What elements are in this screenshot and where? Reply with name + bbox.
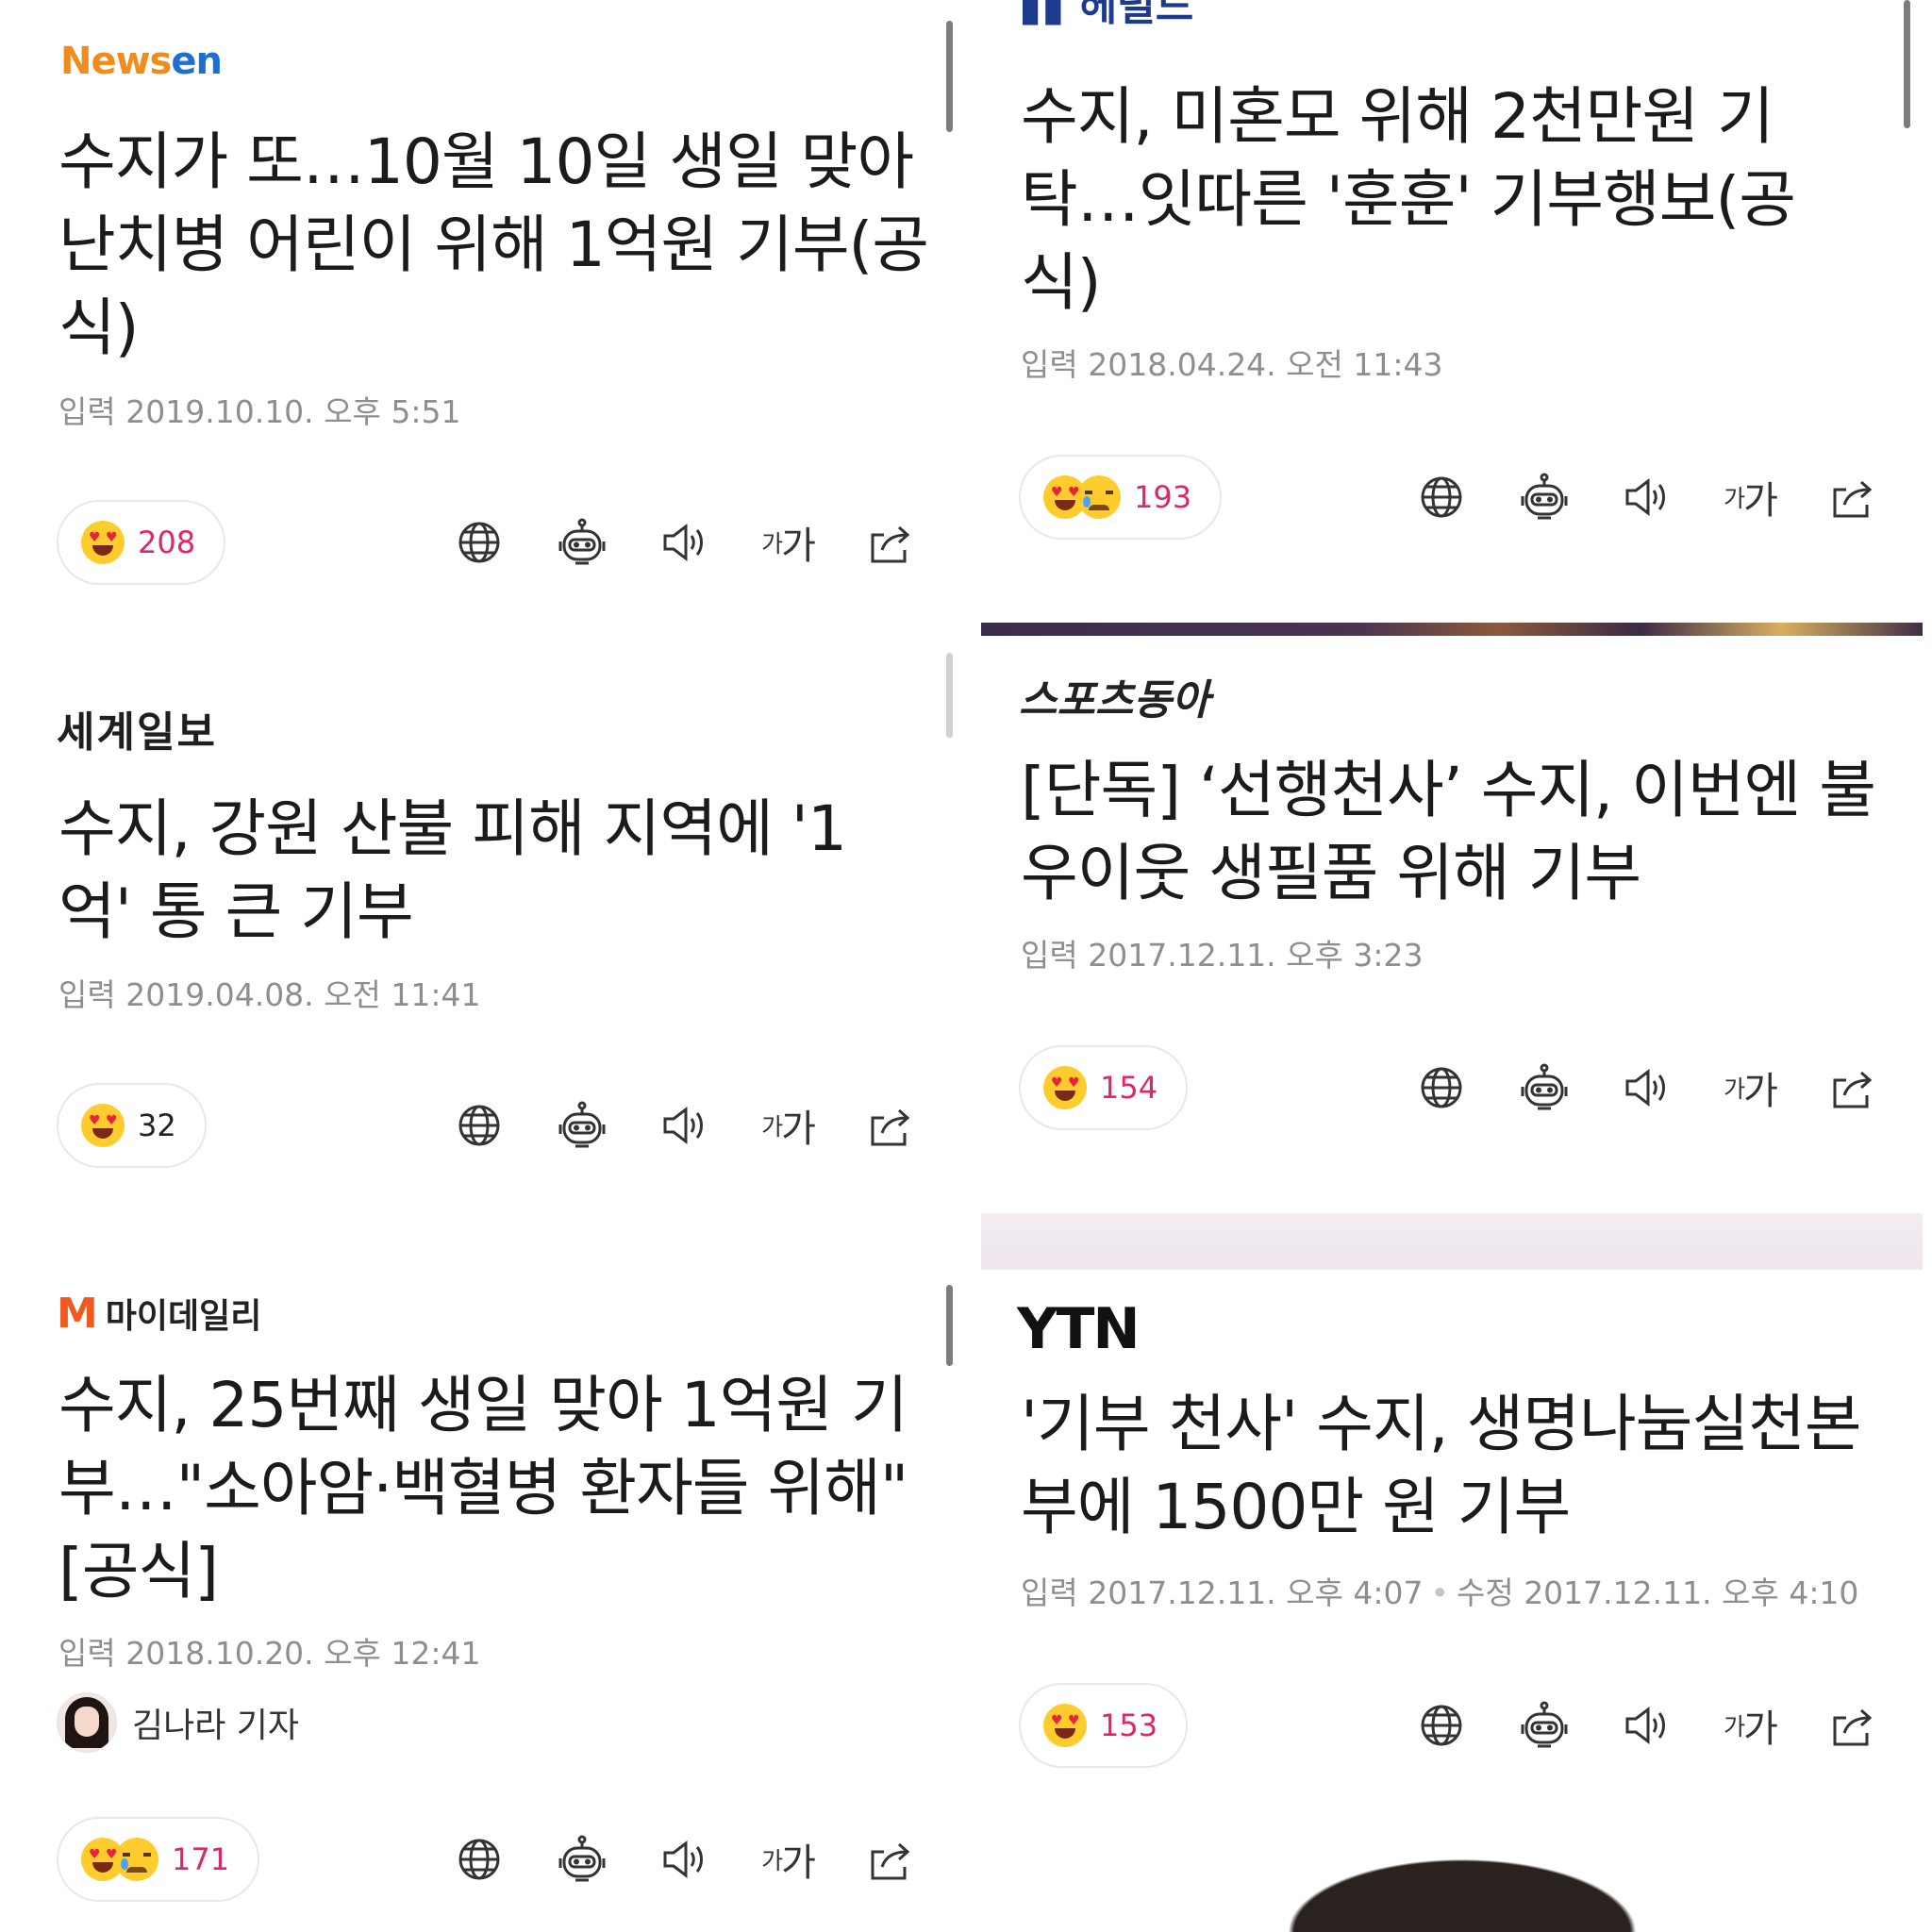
image-strip [981,1213,1923,1270]
reaction-count: 171 [172,1841,230,1877]
robot-summary-icon[interactable] [554,1097,610,1154]
heart-eyes-emoji-icon: ♥ ♥ [81,521,125,564]
scrollbar[interactable] [946,1285,953,1366]
article-toolbar: 가가 [1413,1697,1881,1754]
robot-summary-icon[interactable] [554,514,610,571]
speaker-icon[interactable] [1619,1059,1675,1116]
reaction-button[interactable]: ♥ ♥ 171 [57,1817,260,1902]
scrollbar[interactable] [946,21,953,132]
article-toolbar: 가가 [451,514,919,571]
speaker-icon[interactable] [657,1831,713,1888]
font-size-icon[interactable]: 가가 [759,1097,816,1154]
article-card-mydaily: M 마이데일리 수지, 25번째 생일 맞아 1억원 기부…"소아암·백혈병 환자… [0,1270,972,1932]
globe-icon[interactable] [1413,469,1470,525]
share-icon[interactable] [1824,1059,1881,1116]
globe-icon[interactable] [451,1831,508,1888]
article-timestamp: 입력 2017.12.11. 오후 4:07 • 수정 2017.12.11. 오후… [1021,1574,1859,1611]
heart-eyes-emoji-icon: ♥ ♥ [81,1104,125,1147]
share-icon[interactable] [1824,469,1881,525]
article-toolbar: 가가 [451,1097,919,1154]
robot-summary-icon[interactable] [1516,469,1573,525]
globe-icon[interactable] [451,1097,508,1154]
avatar [57,1692,117,1753]
robot-summary-icon[interactable] [1516,1059,1573,1116]
heart-eyes-emoji-icon: ♥ ♥ [1043,1066,1087,1109]
reaction-button[interactable]: ♥ ♥ 32 [57,1083,207,1168]
share-icon[interactable] [862,514,919,571]
press-logo-ytn[interactable]: YTN [1017,1296,1141,1362]
press-logo-newsen[interactable]: Newsen [60,40,223,83]
article-image-peek [1264,1849,1660,1932]
mydaily-m-icon: M [57,1289,98,1338]
image-strip [981,623,1923,636]
font-size-icon[interactable]: 가가 [759,1831,816,1888]
reaction-count: 32 [138,1108,176,1143]
article-card-heraldpop: ▮▮ 헤럴드POP 수지, 미혼모 위해 2천만원 기탁…잇따른 '훈훈' 기부… [981,0,1932,613]
article-headline[interactable]: '기부 천사' 수지, 생명나눔실천본부에 1500만 원 기부 [1021,1383,1917,1549]
share-icon[interactable] [862,1831,919,1888]
scrollbar[interactable] [946,653,953,738]
article-timestamp: 입력 2018.04.24. 오전 11:43 [1021,346,1443,383]
speaker-icon[interactable] [657,514,713,571]
author-name: 김나라 기자 [132,1707,300,1745]
heart-eyes-emoji-icon: ♥ ♥ [1043,1704,1087,1747]
article-headline[interactable]: 수지, 미혼모 위해 2천만원 기탁…잇따른 '훈훈' 기부행보(공식) [1021,75,1870,325]
reaction-count: 208 [138,525,196,560]
article-headline[interactable]: 수지, 강원 산불 피해 지역에 '1억' 통 큰 기부 [58,788,917,954]
crying-emoji-icon [1077,475,1121,519]
globe-icon[interactable] [1413,1059,1470,1116]
font-size-icon[interactable]: 가가 [1722,1697,1778,1754]
press-logo-sportsdonga[interactable]: 스포츠동아 [1019,666,1209,726]
reaction-count: 193 [1134,479,1192,515]
share-icon[interactable] [862,1097,919,1154]
robot-summary-icon[interactable] [554,1831,610,1888]
press-logo-mydaily[interactable]: M 마이데일리 [57,1289,261,1338]
article-headline[interactable]: [단독] ‘선행천사’ 수지, 이번엔 불우이웃 생필품 위해 기부 [1021,749,1917,915]
globe-icon[interactable] [451,514,508,571]
reaction-button[interactable]: ♥ ♥ 154 [1019,1045,1189,1130]
article-timestamp: 입력 2019.10.10. 오후 5:51 [58,393,461,430]
article-timestamp: 입력 2017.12.11. 오후 3:23 [1021,937,1424,974]
article-toolbar: 가가 [1413,469,1881,525]
author-byline[interactable]: 김나라 기자 [57,1692,299,1753]
speaker-icon[interactable] [1619,469,1675,525]
article-headline[interactable]: 수지, 25번째 생일 맞아 1억원 기부…"소아암·백혈병 환자들 위해" [… [58,1364,955,1613]
article-headline[interactable]: 수지가 또…10월 10일 생일 맞아 난치병 어린이 위해 1억원 기부(공식… [58,121,945,370]
press-logo-segye[interactable]: 세계일보 [57,698,217,758]
article-timestamp: 입력 2019.04.08. 오전 11:41 [58,976,481,1013]
press-logo-heraldpop[interactable]: ▮▮ 헤럴드POP [1019,0,1245,34]
article-card-sportsdonga: 스포츠동아 [단독] ‘선행천사’ 수지, 이번엔 불우이웃 생필품 위해 기부… [981,638,1932,1204]
font-size-icon[interactable]: 가가 [759,514,816,571]
reaction-count: 153 [1100,1707,1158,1743]
article-toolbar: 가가 [451,1831,919,1888]
speaker-icon[interactable] [1619,1697,1675,1754]
share-icon[interactable] [1824,1697,1881,1754]
reaction-button[interactable]: ♥ ♥ 193 [1019,455,1223,540]
robot-summary-icon[interactable] [1516,1697,1573,1754]
font-size-icon[interactable]: 가가 [1722,1059,1778,1116]
font-size-icon[interactable]: 가가 [1722,469,1778,525]
article-card-newsen: Newsen 수지가 또…10월 10일 생일 맞아 난치병 어린이 위해 1억… [0,0,972,641]
article-card-segye: 세계일보 수지, 강원 산불 피해 지역에 '1억' 통 큰 기부 입력 201… [0,651,972,1255]
reaction-count: 154 [1100,1070,1158,1106]
reaction-button[interactable]: ♥ ♥ 208 [57,500,226,585]
globe-icon[interactable] [1413,1697,1470,1754]
article-toolbar: 가가 [1413,1059,1881,1116]
scrollbar[interactable] [1904,0,1910,128]
crying-emoji-icon [115,1838,158,1881]
reaction-button[interactable]: ♥ ♥ 153 [1019,1683,1189,1768]
article-card-ytn: YTN '기부 천사' 수지, 생명나눔실천본부에 1500만 원 기부 입력 … [981,1270,1932,1847]
speaker-icon[interactable] [657,1097,713,1154]
article-timestamp: 입력 2018.10.20. 오후 12:41 [58,1635,481,1672]
